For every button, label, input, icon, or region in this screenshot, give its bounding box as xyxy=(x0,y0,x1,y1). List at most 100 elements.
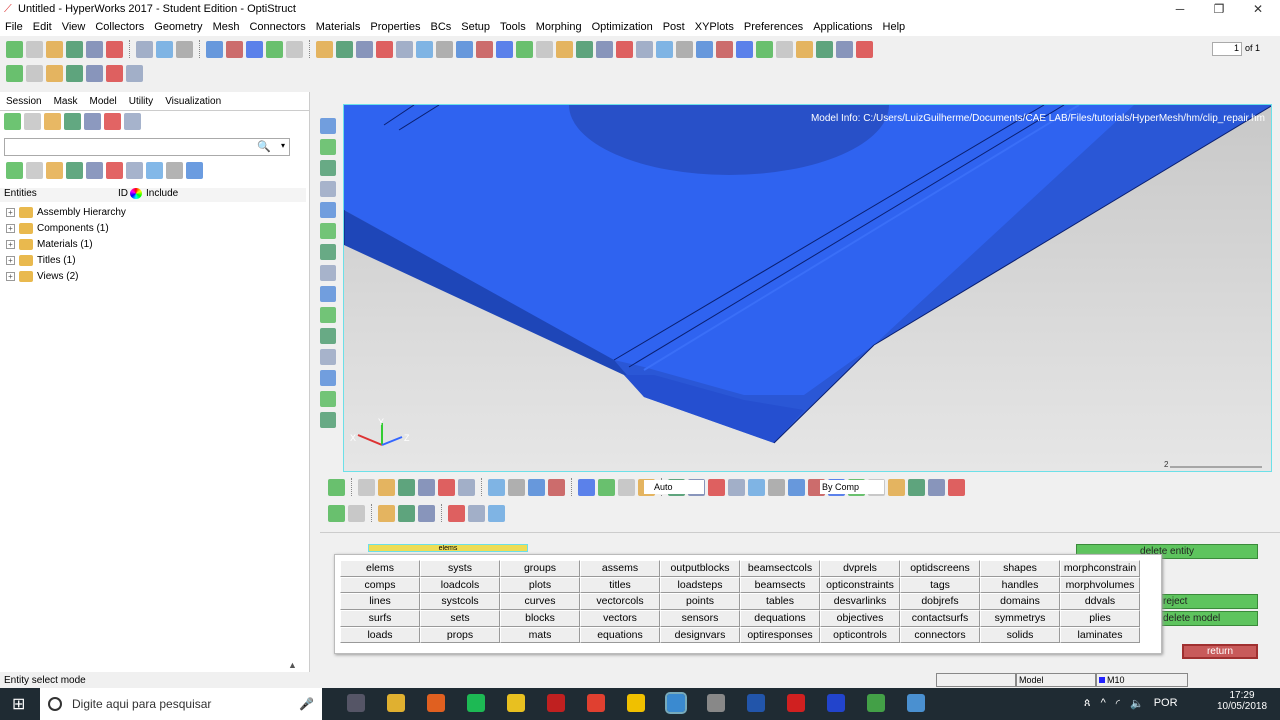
entity-type-optidscreens[interactable]: optidscreens xyxy=(900,560,980,577)
elements-display-icon[interactable] xyxy=(106,162,123,179)
column-id[interactable]: ID xyxy=(118,188,130,202)
entity-type-surfs[interactable]: surfs xyxy=(340,610,420,627)
zoom-icon[interactable] xyxy=(286,40,303,58)
loads-display-icon[interactable] xyxy=(320,223,336,239)
zoom-in-icon[interactable] xyxy=(496,40,513,58)
people-icon[interactable]: ጰ xyxy=(1084,697,1091,710)
record-area-icon[interactable] xyxy=(126,65,143,82)
export-icon[interactable] xyxy=(736,40,753,58)
chrome-icon[interactable] xyxy=(587,694,605,712)
view-zy-icon[interactable] xyxy=(436,40,453,58)
entity-type-loadcols[interactable]: loadcols xyxy=(420,576,500,594)
hyperworks-icon[interactable] xyxy=(665,692,687,714)
hide-icon[interactable] xyxy=(46,162,63,179)
property-display-icon[interactable] xyxy=(928,478,945,496)
view-yz-icon[interactable] xyxy=(416,40,433,58)
undo-icon[interactable] xyxy=(418,504,435,522)
entity-type-equations[interactable]: equations xyxy=(580,626,660,644)
search-icon[interactable]: 🔍 xyxy=(257,140,271,153)
entity-type-vectorcols[interactable]: vectorcols xyxy=(580,593,660,611)
new-model-icon[interactable] xyxy=(6,40,23,58)
zoom-out-step-icon[interactable] xyxy=(448,504,465,522)
component-display-icon[interactable] xyxy=(378,478,395,496)
app-yellow-icon[interactable] xyxy=(507,694,525,712)
menu-geometry[interactable]: Geometry xyxy=(149,21,207,33)
entity-type-contactsurfs[interactable]: contactsurfs xyxy=(900,610,980,627)
cut-icon[interactable] xyxy=(596,40,613,58)
expand-icon[interactable]: + xyxy=(6,207,15,217)
menu-file[interactable]: File xyxy=(0,21,28,33)
entity-selector[interactable]: elems xyxy=(368,544,528,552)
new-model-icon[interactable] xyxy=(656,40,673,58)
app-blue-icon[interactable] xyxy=(827,694,845,712)
entity-type-beamsects[interactable]: beamsects xyxy=(740,576,820,594)
surface-style-icon[interactable] xyxy=(768,478,785,496)
solidworks-icon[interactable] xyxy=(547,694,565,712)
view-xz-icon[interactable] xyxy=(376,40,393,58)
entity-type-sets[interactable]: sets xyxy=(420,610,500,627)
page-layout-icon[interactable] xyxy=(856,40,873,58)
systems-display-icon[interactable] xyxy=(320,244,336,260)
entity-type-loadsteps[interactable]: loadsteps xyxy=(660,576,740,594)
app-altair-icon[interactable] xyxy=(627,694,645,712)
menu-tools[interactable]: Tools xyxy=(495,21,531,33)
entity-type-loads[interactable]: loads xyxy=(340,626,420,644)
column-entities[interactable]: Entities xyxy=(0,188,118,202)
tray-chevron-icon[interactable]: ^ xyxy=(1101,697,1106,710)
entity-type-systs[interactable]: systs xyxy=(420,560,500,577)
entity-type-handles[interactable]: handles xyxy=(980,576,1060,594)
save-model-icon[interactable] xyxy=(46,40,63,58)
color-mode-select[interactable]: Auto xyxy=(644,480,704,494)
export-ppt-icon[interactable] xyxy=(756,40,773,58)
menu-mesh[interactable]: Mesh xyxy=(208,21,245,33)
entity-type-elems[interactable]: elems xyxy=(340,560,420,577)
utorrent-icon[interactable] xyxy=(867,694,885,712)
entity-type-tables[interactable]: tables xyxy=(740,593,820,611)
component-color-icon[interactable] xyxy=(86,162,103,179)
previous-view-icon[interactable] xyxy=(316,40,333,58)
export-icon[interactable] xyxy=(86,40,103,58)
materials-icon[interactable] xyxy=(64,113,81,130)
menu-post[interactable]: Post xyxy=(658,21,690,33)
task-view-icon[interactable] xyxy=(347,694,365,712)
copy-icon[interactable] xyxy=(616,40,633,58)
delete-page-icon[interactable] xyxy=(206,40,223,58)
tree-item[interactable]: + Materials (1) xyxy=(0,236,306,252)
entity-type-plots[interactable]: plots xyxy=(500,576,580,594)
menu-properties[interactable]: Properties xyxy=(365,21,425,33)
entity-type-solids[interactable]: solids xyxy=(980,626,1060,644)
menu-preferences[interactable]: Preferences xyxy=(739,21,808,33)
entity-type-connectors[interactable]: connectors xyxy=(900,626,980,644)
tab-session[interactable]: Session xyxy=(0,94,48,110)
tree-item[interactable]: + Components (1) xyxy=(0,220,306,236)
element-style-icon[interactable] xyxy=(748,478,765,496)
load-display-icon[interactable] xyxy=(438,478,455,496)
import-icon[interactable] xyxy=(66,40,83,58)
expand-icon[interactable]: + xyxy=(6,223,15,233)
microphone-icon[interactable]: 🎤 xyxy=(299,697,314,711)
menu-morphing[interactable]: Morphing xyxy=(531,21,587,33)
menu-applications[interactable]: Applications xyxy=(808,21,877,33)
sync-icon[interactable] xyxy=(266,40,283,58)
entity-type-dequations[interactable]: dequations xyxy=(740,610,820,627)
fit-icon[interactable] xyxy=(476,40,493,58)
capture-icon[interactable] xyxy=(46,65,63,82)
entity-type-designvars[interactable]: designvars xyxy=(660,626,740,644)
app-dark-icon[interactable] xyxy=(747,694,765,712)
menu-edit[interactable]: Edit xyxy=(28,21,57,33)
record-icon[interactable] xyxy=(106,65,123,82)
query-icon[interactable] xyxy=(320,412,336,428)
app-settings-icon[interactable] xyxy=(707,694,725,712)
tab-visualization[interactable]: Visualization xyxy=(159,94,227,110)
spotify-icon[interactable] xyxy=(467,694,485,712)
capture-area-icon[interactable] xyxy=(66,65,83,82)
menu-help[interactable]: Help xyxy=(878,21,911,33)
open-results-icon[interactable] xyxy=(156,40,173,58)
display-mode-icon[interactable] xyxy=(6,162,23,179)
add-page-icon[interactable] xyxy=(816,40,833,58)
delete-icon[interactable] xyxy=(488,478,505,496)
entity-type-mats[interactable]: mats xyxy=(500,626,580,644)
entity-type-opticonstraints[interactable]: opticonstraints xyxy=(820,576,900,594)
components-icon[interactable] xyxy=(44,113,61,130)
entity-type-shapes[interactable]: shapes xyxy=(980,560,1060,577)
